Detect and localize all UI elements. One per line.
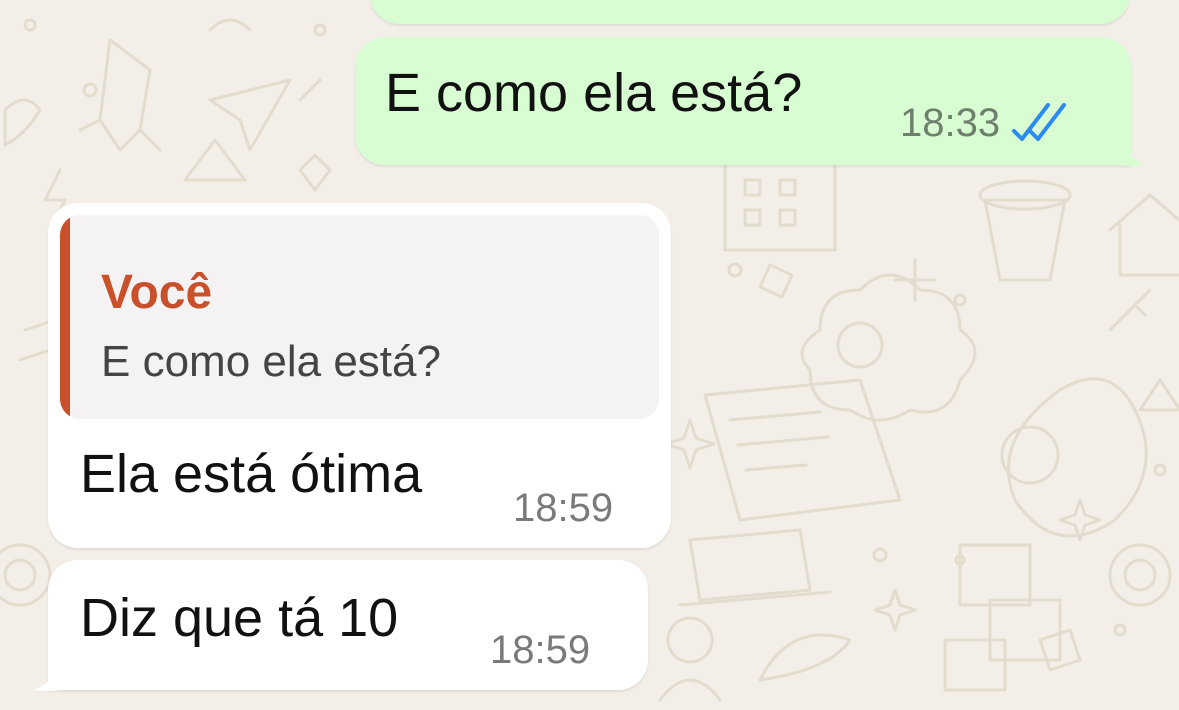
incoming-reply-message[interactable]: Você E como ela está? Ela está ótima 18:… — [48, 203, 671, 548]
quote-author: Você — [101, 266, 213, 319]
outgoing-message[interactable]: E como ela está? 18:33 — [355, 37, 1131, 165]
incoming-bubble-tail — [34, 656, 60, 691]
message-meta: 18:33 — [900, 101, 1070, 146]
message-time: 18:59 — [490, 628, 591, 672]
message-text: Diz que tá 10 — [80, 588, 399, 648]
message-time: 18:59 — [513, 486, 614, 530]
quote-accent-bar — [60, 215, 70, 419]
outgoing-bubble-tail — [1120, 131, 1146, 166]
quote-text: E como ela está? — [101, 337, 441, 386]
incoming-message[interactable]: Diz que tá 10 18:59 — [48, 560, 648, 690]
previous-outgoing-message[interactable] — [370, 0, 1130, 24]
quoted-message[interactable]: Você E como ela está? — [60, 215, 659, 419]
double-check-read-icon — [1010, 101, 1070, 146]
message-text: E como ela está? — [385, 63, 803, 123]
message-time: 18:33 — [900, 101, 1001, 145]
message-text: Ela está ótima — [80, 444, 423, 504]
